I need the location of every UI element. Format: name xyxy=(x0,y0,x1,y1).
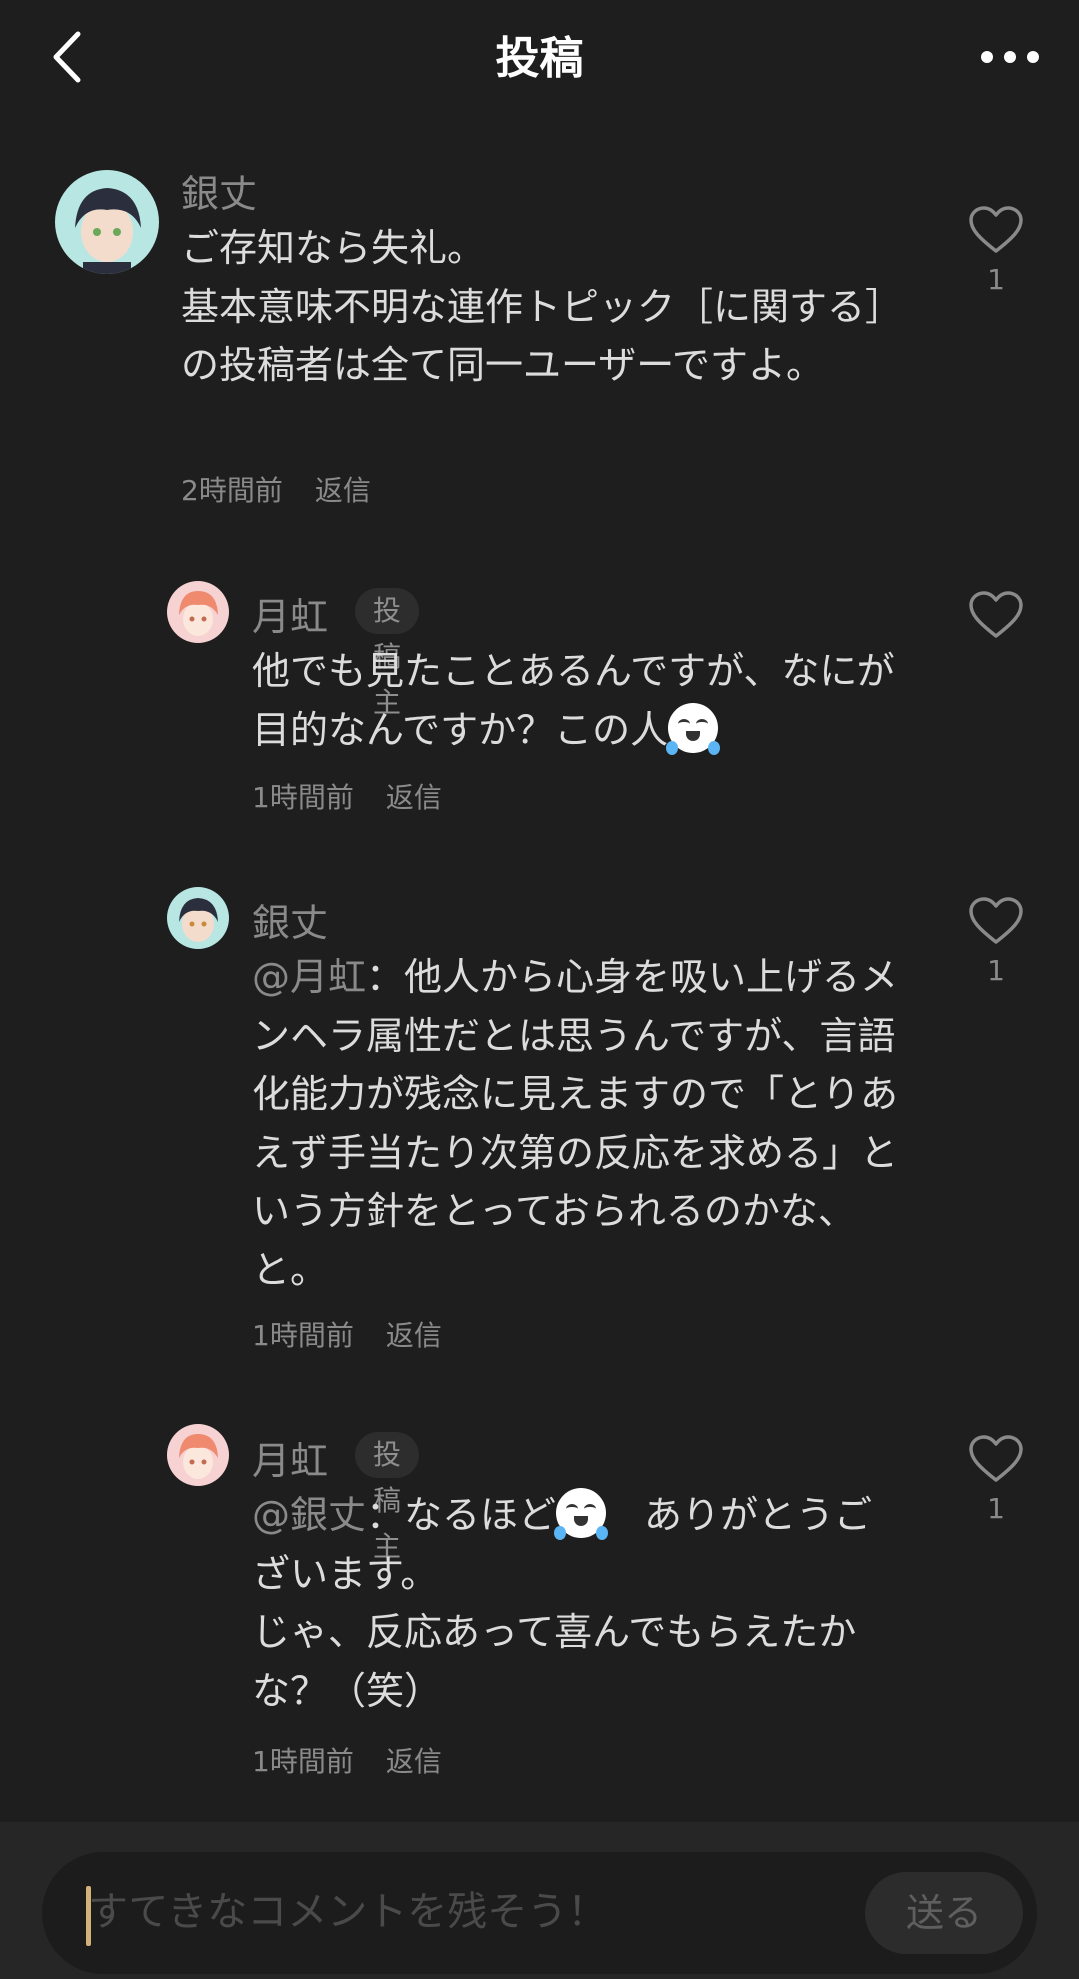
user-avatar-icon xyxy=(167,581,229,643)
avatar[interactable] xyxy=(167,581,229,643)
author-badge: 投稿主 xyxy=(355,1432,420,1563)
like-count: 1 xyxy=(987,263,1005,296)
comment-text-before-emoji: ：なるほど xyxy=(366,1493,557,1537)
comment-meta: 2時間前 返信 xyxy=(181,469,371,509)
comment-meta: 1時間前 返信 xyxy=(252,1314,442,1354)
comment-time: 2時間前 xyxy=(181,474,283,507)
heart-icon xyxy=(969,206,1023,253)
like-button[interactable] xyxy=(961,590,1031,640)
comment-text: @銀丈：なるほど ありがとうございます。 じゃ、反応あって喜んでもらえたかな？（笑… xyxy=(252,1486,902,1720)
comment-input[interactable] xyxy=(88,1866,868,1958)
like-count: 1 xyxy=(987,1492,1005,1525)
heart-icon xyxy=(969,897,1023,944)
more-dot-icon xyxy=(1027,51,1039,63)
reply-button[interactable]: 返信 xyxy=(386,1319,442,1352)
top-bar: 投稿 xyxy=(0,0,1079,115)
heart-icon xyxy=(969,591,1023,638)
send-button[interactable]: 送る xyxy=(865,1872,1023,1954)
comment-composer: 送る xyxy=(0,1822,1079,1979)
mention-link[interactable]: @銀丈 xyxy=(252,1493,366,1537)
avatar[interactable] xyxy=(167,1424,229,1486)
user-avatar-icon xyxy=(167,887,229,949)
user-avatar-icon xyxy=(167,1424,229,1486)
comment-text-content: ：他人から心身を吸い上げるメンヘラ属性だとは思うんですが、言語化能力が残念に見え… xyxy=(252,955,899,1292)
comment-time: 1時間前 xyxy=(252,1319,354,1352)
like-button[interactable]: 1 xyxy=(961,205,1031,296)
comment-text: @月虹：他人から心身を吸い上げるメンヘラ属性だとは思うんですが、言語化能力が残念… xyxy=(252,948,902,1299)
author-badge: 投稿主 xyxy=(355,588,420,719)
like-count: 1 xyxy=(987,954,1005,987)
crying-laughing-emoji-icon xyxy=(554,1488,609,1540)
comment-text-content: 他でも見たことあるんですが、なにが目的なんですか？この人 xyxy=(252,649,895,752)
more-options-button[interactable] xyxy=(981,42,1039,72)
comment-meta: 1時間前 返信 xyxy=(252,776,442,816)
comment-text: 他でも見たことあるんですが、なにが目的なんですか？この人 xyxy=(252,642,902,759)
comment-meta: 1時間前 返信 xyxy=(252,1740,442,1780)
like-button[interactable]: 1 xyxy=(961,1434,1031,1525)
comment-text: ご存知なら失礼。 基本意味不明な連作トピック［に関する］の投稿者は全て同一ユーザー… xyxy=(181,226,885,387)
avatar[interactable] xyxy=(55,170,159,274)
reply-button[interactable]: 返信 xyxy=(315,474,371,507)
comment-time: 1時間前 xyxy=(252,781,354,814)
like-button[interactable]: 1 xyxy=(961,896,1031,987)
user-avatar-icon xyxy=(55,170,159,274)
reply-button[interactable]: 返信 xyxy=(386,781,442,814)
mention-link[interactable]: @月虹 xyxy=(252,955,366,999)
comment-time: 1時間前 xyxy=(252,1745,354,1778)
heart-icon xyxy=(969,1435,1023,1482)
reply-button[interactable]: 返信 xyxy=(386,1745,442,1778)
more-dot-icon xyxy=(981,51,993,63)
comment-input-container: 送る xyxy=(42,1852,1037,1974)
comment-author[interactable]: 銀丈 xyxy=(181,163,257,218)
comment-author[interactable]: 月虹 xyxy=(252,586,328,641)
crying-laughing-emoji-icon xyxy=(666,702,721,755)
avatar[interactable] xyxy=(167,887,229,949)
page-title: 投稿 xyxy=(495,33,584,84)
comment-author[interactable]: 銀丈 xyxy=(252,892,328,947)
more-dot-icon xyxy=(1004,51,1016,63)
comment-author[interactable]: 月虹 xyxy=(252,1430,328,1485)
